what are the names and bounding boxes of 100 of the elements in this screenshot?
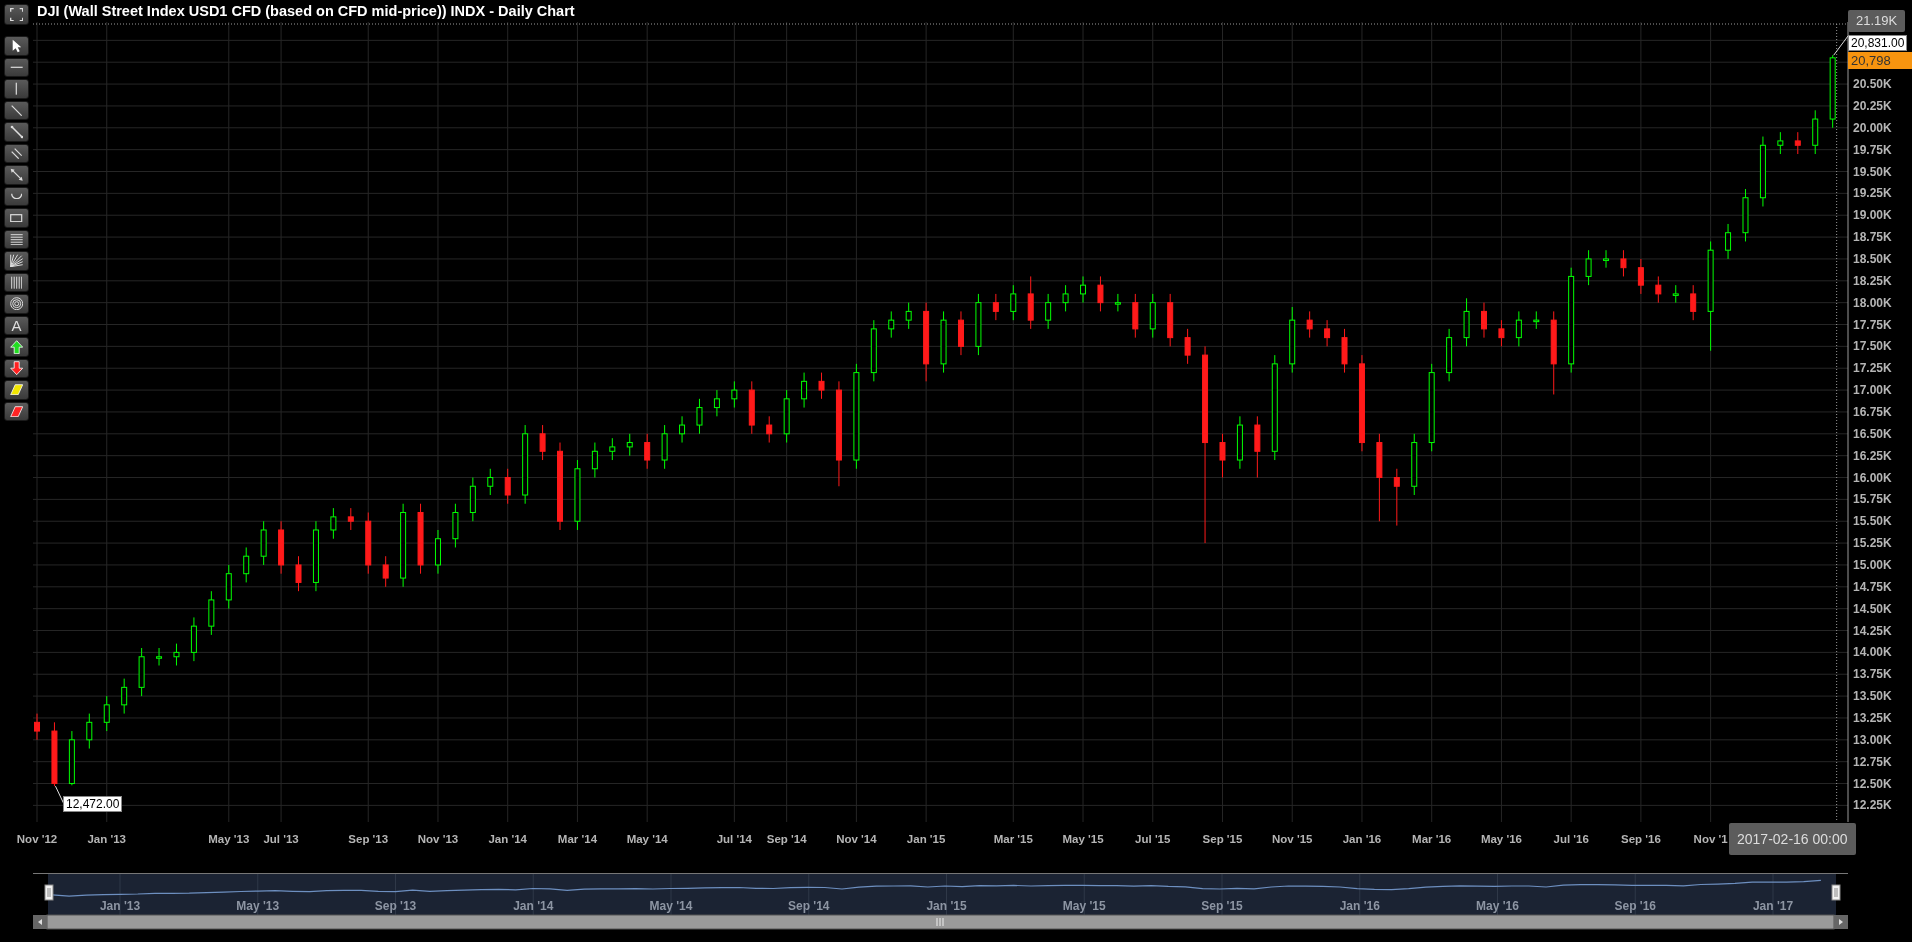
tool-button[interactable] [4,186,29,206]
candlestick [1620,249,1627,277]
tool-button[interactable] [4,272,29,292]
axis-label: 20.00K [1853,120,1892,135]
scroll-left-button[interactable] [33,915,47,929]
candlestick [382,555,389,588]
candlestick [539,424,546,461]
candlestick [1027,275,1034,330]
tool-button[interactable] [4,401,29,421]
axis-label: Mar '16 [1412,833,1452,845]
candlestick [1672,284,1679,304]
range-handle[interactable] [44,884,54,901]
candlestick [156,647,163,666]
leader-line [54,785,65,805]
axis-label: May '14 [626,833,668,845]
horizontal-line-icon [9,65,24,69]
axis-label: 20.50K [1853,77,1892,92]
axis-label: May '13 [208,833,250,845]
tool-button[interactable] [4,122,29,142]
axis-label: 12.50K [1853,776,1892,791]
expand-button[interactable] [4,4,29,25]
vertical-bars-icon [10,275,23,289]
candlestick [1794,131,1801,155]
candlestick [609,437,616,461]
tool-button[interactable] [4,251,29,271]
axis-label: Jan '16 [1339,899,1380,913]
candlestick [347,507,354,531]
axis-label: 14.75K [1853,579,1892,594]
candlestick [1324,319,1331,347]
candlestick [801,372,808,409]
axis-label: Nov '1 [1693,833,1728,845]
scroll-right-button[interactable] [1834,915,1848,929]
cursor-arrow-icon [11,38,22,53]
axis-label: Jul '16 [1553,833,1589,845]
candlestick [1097,275,1104,312]
axis-label: May '14 [649,899,693,913]
axis-label: May '16 [1480,833,1522,845]
axis-label: Sep '16 [1621,833,1661,845]
axis-label: 18.75K [1853,230,1892,245]
tool-button[interactable] [4,165,29,185]
candlestick [1010,284,1017,321]
axis-label: Mar '14 [557,833,598,845]
candlestick [504,468,511,505]
candlestick [731,380,738,409]
tool-button[interactable] [4,143,29,163]
candlestick [818,372,825,400]
tool-button[interactable] [4,380,29,400]
candlestick [330,507,337,540]
candlestick [1149,293,1156,339]
candlestick [1725,223,1732,260]
axis-label: 16.50K [1853,426,1892,441]
candlestick [1167,293,1174,347]
axis-label: 17.75K [1853,317,1892,332]
scrollbar-thumb[interactable] [46,914,1835,930]
tool-button[interactable] [4,294,29,314]
tool-button[interactable] [4,36,29,56]
candlestick [783,389,790,444]
arc-icon [10,193,23,200]
axis-label: 20.25K [1853,98,1892,113]
crosshair-price-tooltip: 21.19K [1848,10,1906,32]
tool-button[interactable] [4,358,29,378]
axis-label: 17.00K [1853,383,1892,398]
axis-label: 13.25K [1853,710,1892,725]
vertical-line-icon [15,82,18,96]
axis-label: 19.00K [1853,208,1892,223]
candlestick [1742,188,1749,242]
tool-button[interactable] [4,57,29,77]
candlestick [1585,249,1592,286]
candlestick [1080,275,1086,304]
range-handle[interactable] [1831,884,1841,901]
candlestick [1254,415,1261,478]
candlestick [679,415,686,444]
candlestick [975,293,982,356]
axis-label: Jan '13 [87,833,126,845]
fan-lines-icon [9,254,24,268]
leader-line [1833,35,1849,56]
axis-label: 13.50K [1853,689,1892,704]
axis-label: Nov '13 [417,833,459,845]
tool-button[interactable] [4,208,29,228]
text-tool-button[interactable]: A [4,315,29,335]
candlestick [1498,319,1505,347]
candlestick [626,433,633,457]
candlestick [1289,306,1296,374]
last-price-label: 20,798 [1848,52,1912,69]
candlestick [1184,328,1191,365]
candlestick [34,713,40,741]
axis-label: May '15 [1062,899,1106,913]
axis-label: 12.25K [1853,798,1892,813]
axis-label: May '16 [1476,899,1519,913]
parallel-lines-icon [10,147,23,159]
concentric-circles-icon [9,297,24,311]
down-arrow-icon [9,361,24,376]
tool-button[interactable] [4,337,29,357]
axis-label: 18.25K [1853,273,1892,288]
tool-button[interactable] [4,229,29,249]
candlestick [591,442,598,478]
candlestick [1114,293,1121,312]
candlestick [958,310,964,356]
candlestick [1481,302,1487,339]
tool-button[interactable] [4,79,29,99]
